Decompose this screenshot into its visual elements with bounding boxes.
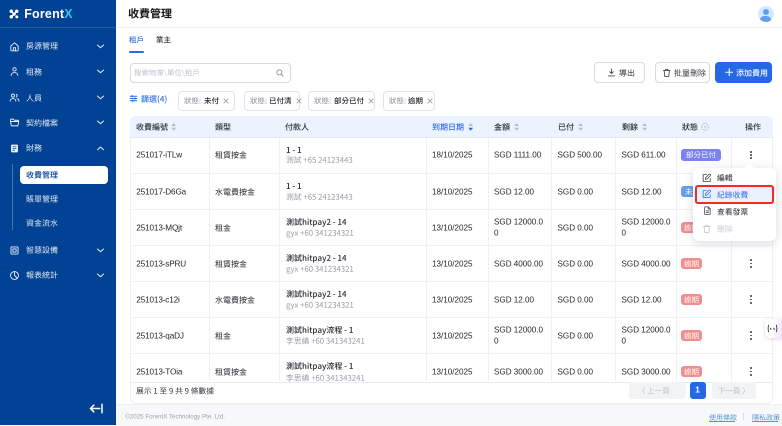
svg-text:?: ? (703, 125, 706, 131)
